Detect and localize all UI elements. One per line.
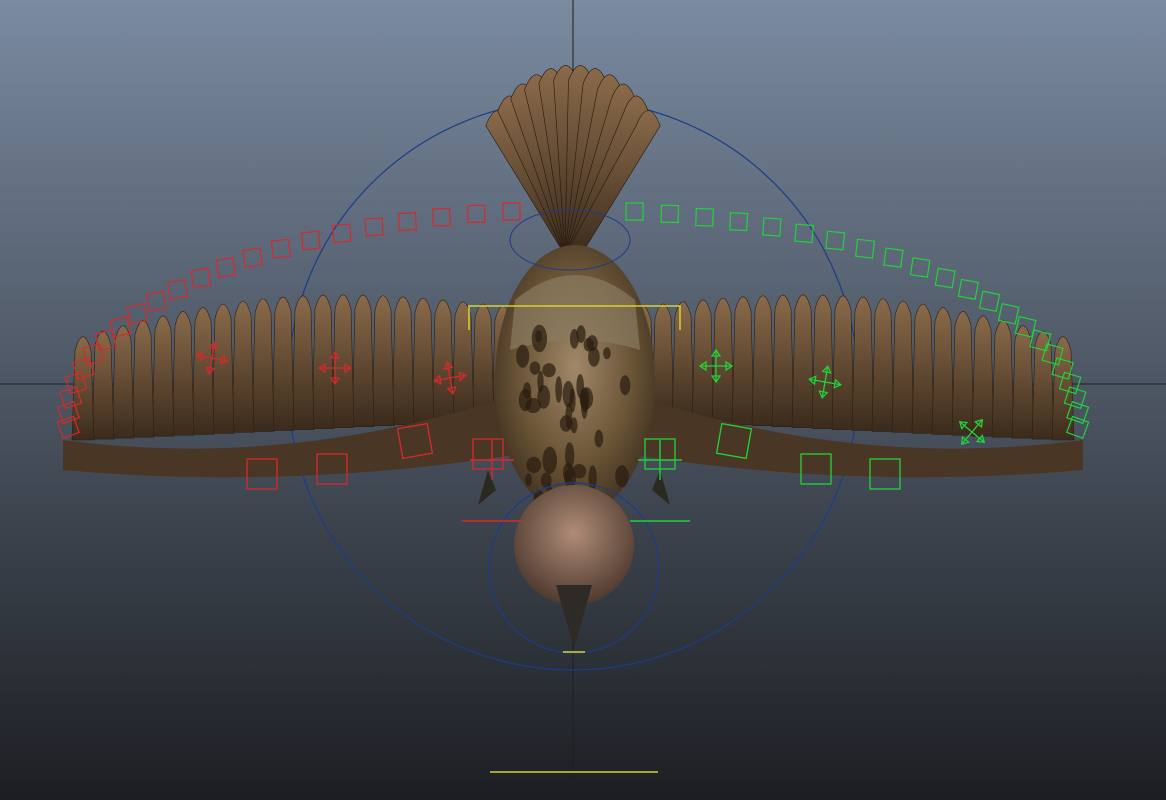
body-spot (594, 429, 604, 448)
body-spot (580, 391, 588, 419)
wing-feather (911, 303, 935, 434)
wing-feather (951, 311, 975, 436)
viewport-scene (0, 0, 1166, 800)
viewport[interactable] (0, 0, 1166, 800)
wing-feather (851, 296, 875, 431)
wing-feather (871, 298, 895, 432)
wing-feather (411, 297, 435, 425)
wing-feather (151, 315, 175, 437)
body-spot (615, 465, 629, 488)
wing-feather (391, 296, 415, 426)
body-spot (525, 473, 532, 487)
wing-feather (971, 315, 995, 437)
wing-feather (291, 295, 315, 430)
wing-feather (711, 297, 735, 425)
body-spot (529, 361, 541, 375)
wing-feather (351, 294, 375, 427)
wing-feather (791, 294, 815, 428)
body-spot (603, 347, 611, 360)
body-spot (542, 446, 558, 475)
wing-feather (171, 311, 195, 436)
body-spot (571, 464, 587, 479)
wing-feather (751, 295, 775, 427)
body-spot (555, 376, 563, 403)
wing-feather (831, 295, 855, 430)
wing-feather (931, 307, 955, 435)
wing-feather (71, 336, 95, 441)
body-spot (537, 370, 544, 393)
wing-feather (271, 296, 295, 431)
body-spot (516, 344, 530, 368)
body-spot (588, 465, 597, 491)
wing-feather (771, 294, 795, 427)
body-spot (619, 375, 631, 396)
wing-feather (691, 299, 715, 424)
wing-feather (991, 320, 1015, 438)
wing-feather (311, 294, 335, 429)
body-spot (562, 380, 575, 408)
body-spot (583, 337, 594, 352)
wing-feather (811, 294, 835, 429)
wing-feather (891, 300, 915, 433)
body-spot (542, 363, 556, 378)
wing-feather (431, 299, 455, 424)
wing-feather (731, 296, 755, 426)
wing-feather (211, 303, 235, 434)
body-spot (564, 442, 575, 470)
wing-feather (191, 307, 215, 435)
wing-feather (251, 298, 275, 432)
body-spot (559, 415, 573, 432)
body-spot (526, 456, 542, 473)
body-spot (535, 330, 542, 343)
body-spot (569, 328, 579, 349)
wing-feather (371, 295, 395, 427)
wing-feather (1051, 336, 1075, 441)
wing-feather (451, 301, 475, 423)
wing-feather (131, 320, 155, 438)
body-spot (522, 382, 532, 399)
wing-feather (671, 301, 695, 423)
wing-feather (231, 300, 255, 433)
